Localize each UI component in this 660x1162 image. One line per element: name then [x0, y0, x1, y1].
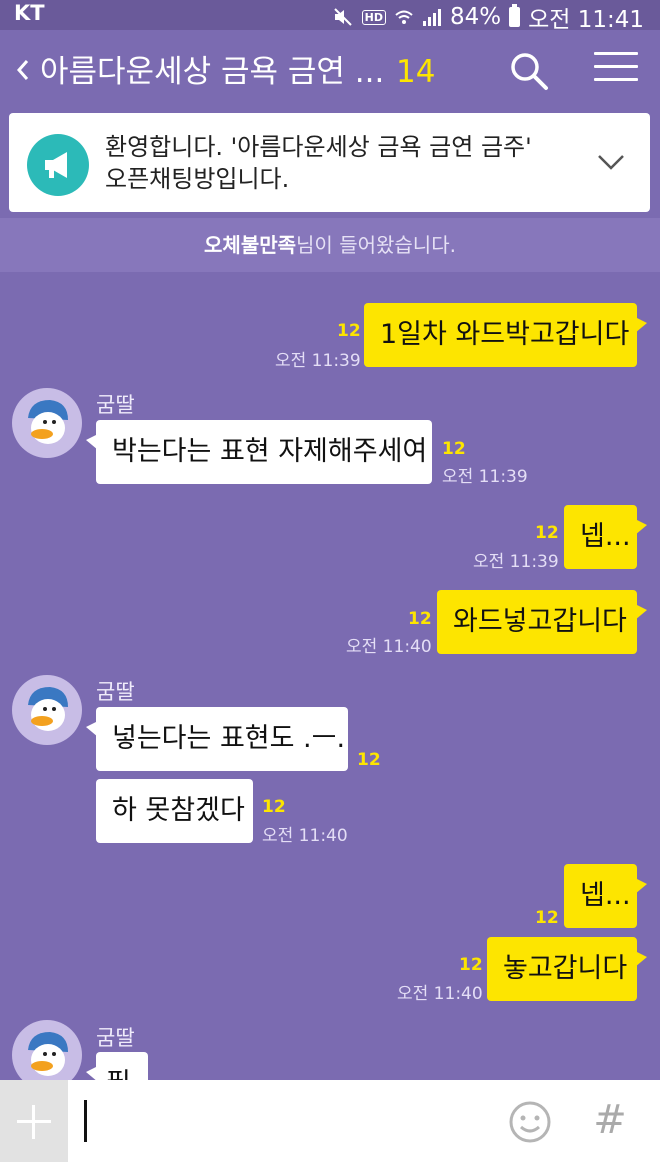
unread-count: 12: [262, 797, 286, 817]
notice-line-1: 환영합니다. '아름다운세상 금욕 금연 금주': [105, 133, 532, 161]
message-time: 오전 11:40: [262, 826, 348, 846]
chat-header: 아름다운세상 금욕 금연 ... 14: [0, 30, 660, 116]
carrier-label: KT: [14, 1, 45, 25]
hashtag-button[interactable]: #: [588, 1094, 632, 1146]
message-time: 오전 11:39: [275, 351, 361, 371]
avatar[interactable]: [12, 388, 82, 458]
message-input[interactable]: [80, 1094, 480, 1148]
my-message-bubble[interactable]: 넵...: [564, 505, 647, 569]
unread-count: 12: [442, 439, 466, 459]
battery-icon: [509, 4, 521, 27]
unread-count: 12: [357, 750, 381, 770]
menu-icon[interactable]: [594, 52, 638, 92]
unread-count: 12: [535, 908, 559, 928]
sender-name: 굼딸: [96, 1026, 135, 1050]
my-message-bubble[interactable]: 넵...: [564, 864, 647, 928]
signal-icon: [422, 9, 441, 26]
member-count: 14: [396, 54, 436, 90]
status-icons: HD 84% 오전 11:41: [332, 0, 644, 34]
their-message-bubble[interactable]: 넣는다는 표현도 .ㅡ.: [86, 707, 348, 771]
plus-icon[interactable]: [0, 1080, 68, 1162]
my-message-bubble[interactable]: 놓고갑니다: [487, 937, 647, 1001]
status-bar: KT HD 84% 오전 11:41: [0, 0, 660, 33]
unread-count: 12: [337, 321, 361, 341]
message-time: 오전 11:40: [346, 637, 432, 657]
my-message-bubble[interactable]: 1일차 와드박고갑니다: [364, 303, 647, 367]
mute-icon: [333, 8, 352, 26]
system-message-text: 님이 들어왔습니다.: [296, 233, 456, 257]
their-message-bubble[interactable]: 하 못참겠다: [96, 779, 253, 843]
emoticon-icon[interactable]: [508, 1100, 552, 1144]
unread-count: 12: [408, 609, 432, 629]
sender-name: 굼딸: [96, 680, 135, 704]
system-message: 오체불만족님이 들어왔습니다.: [0, 218, 660, 272]
notice-text: 환영합니다. '아름다운세상 금욕 금연 금주' 오픈채팅방입니다.: [105, 131, 585, 195]
message-time: 오전 11:40: [397, 984, 483, 1004]
chevron-down-icon[interactable]: [596, 147, 626, 177]
wifi-icon: [395, 10, 413, 24]
notice-line-2: 오픈채팅방입니다.: [105, 165, 290, 193]
avatar[interactable]: [12, 675, 82, 745]
megaphone-icon: [27, 134, 89, 196]
hd-icon: HD: [361, 9, 386, 25]
message-time: 오전 11:39: [473, 552, 559, 572]
notice-banner[interactable]: 환영합니다. '아름다운세상 금욕 금연 금주' 오픈채팅방입니다.: [9, 113, 650, 212]
joined-user-name: 오체불만족: [204, 233, 297, 257]
clock: 오전 11:41: [528, 7, 644, 33]
message-input-bar: #: [0, 1080, 660, 1162]
sender-name: 굼딸: [96, 393, 135, 417]
battery-percent: 84%: [449, 4, 502, 30]
chat-room-title[interactable]: 아름다운세상 금욕 금연 ...: [40, 52, 384, 92]
message-time: 오전 11:39: [442, 467, 528, 487]
back-arrow-icon[interactable]: [8, 50, 38, 94]
my-message-bubble[interactable]: 와드넣고갑니다: [437, 590, 647, 654]
search-icon[interactable]: [506, 48, 552, 94]
unread-count: 12: [535, 523, 559, 543]
their-message-bubble[interactable]: 박는다는 표현 자제해주세여: [86, 420, 432, 484]
unread-count: 12: [459, 955, 483, 975]
